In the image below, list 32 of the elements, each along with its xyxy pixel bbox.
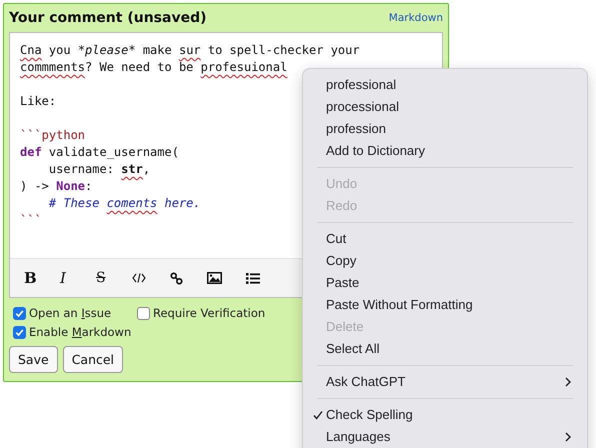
link-icon[interactable] (170, 272, 183, 284)
chevron-right-icon (565, 377, 571, 387)
code-icon[interactable] (132, 273, 146, 283)
checkbox[interactable] (13, 306, 26, 320)
list-icon[interactable] (246, 272, 260, 284)
menu-item[interactable]: Cut (303, 228, 587, 250)
italic-button[interactable]: I (60, 269, 96, 287)
menu-item[interactable]: Paste Without Formatting (303, 294, 587, 316)
save-button[interactable]: Save (9, 346, 58, 373)
menu-item[interactable]: Ask ChatGPT (303, 371, 587, 393)
checkbox-label: Open an Issue (29, 306, 112, 320)
menu-item[interactable]: Paste (303, 272, 587, 294)
checkbox[interactable] (13, 326, 26, 338)
cancel-button[interactable]: Cancel (62, 346, 124, 373)
checkbox[interactable] (137, 306, 150, 320)
checkbox-label: Require Verification (153, 306, 266, 320)
menu-item[interactable]: profession (303, 118, 587, 140)
menu-item[interactable]: Copy (303, 250, 587, 272)
menu-item[interactable]: processional (303, 96, 587, 118)
menu-item[interactable]: Select All (303, 338, 587, 360)
menu-item[interactable]: Check Spelling (303, 404, 587, 426)
menu-item[interactable]: Add to Dictionary (303, 140, 587, 162)
strikethrough-button[interactable]: S (96, 270, 132, 286)
panel-title: Your comment (unsaved) (9, 10, 206, 26)
image-icon[interactable] (207, 272, 222, 284)
chevron-right-icon (565, 432, 571, 442)
menu-item[interactable]: professional (303, 74, 587, 96)
bold-button[interactable]: B (24, 269, 60, 287)
checkmark-icon (313, 410, 323, 420)
markdown-link[interactable]: Markdown (388, 12, 443, 24)
checkbox-label: Enable Markdown (29, 325, 132, 339)
menu-item[interactable]: Languages (303, 426, 587, 448)
